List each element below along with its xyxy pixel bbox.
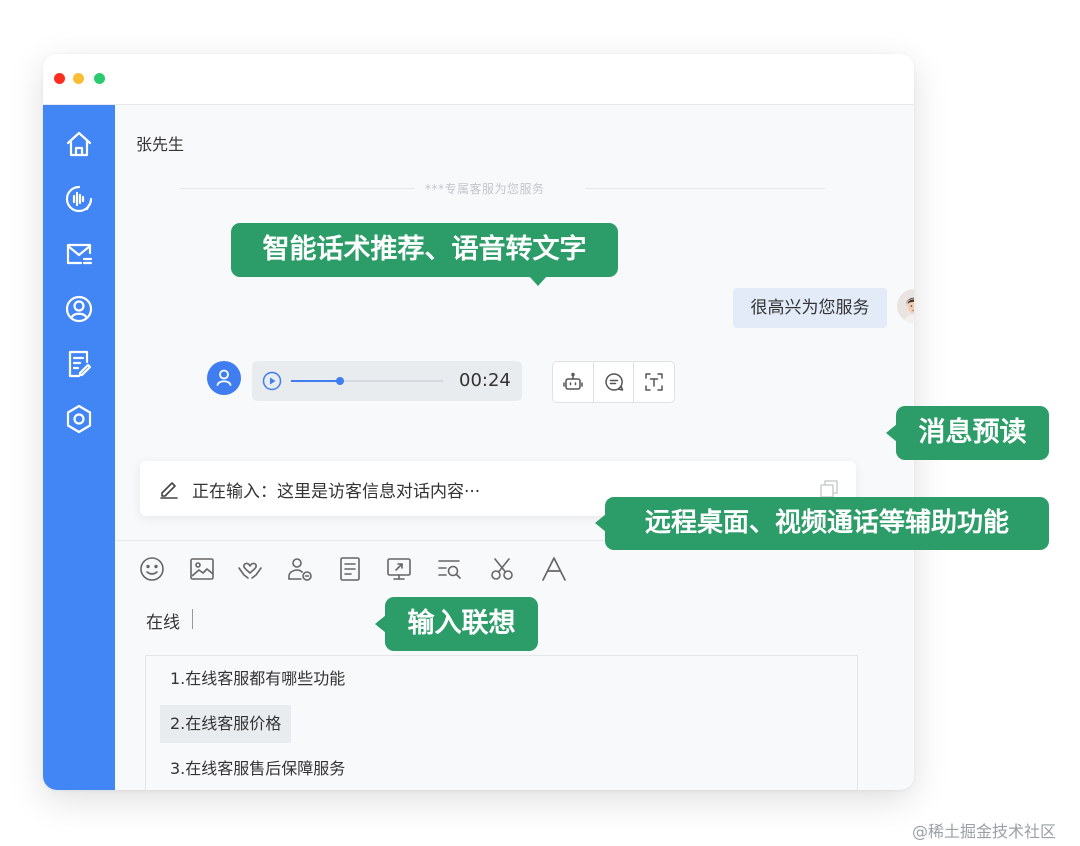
user-transfer-icon[interactable] xyxy=(285,554,315,584)
voice-message: 00:24 xyxy=(252,361,522,401)
callout-assist-features: 远程桌面、视频通话等辅助功能 xyxy=(595,497,1049,550)
voice-progress-track[interactable] xyxy=(291,377,443,385)
zoom-window-button[interactable] xyxy=(94,73,105,84)
mail-icon[interactable] xyxy=(63,238,95,270)
font-icon[interactable] xyxy=(539,554,569,584)
suggestion-item[interactable]: 1.在线客服都有哪些功能 xyxy=(160,660,355,698)
voice-call-icon[interactable] xyxy=(63,183,95,215)
emoji-icon[interactable] xyxy=(137,554,167,584)
app-window: 张先生 ***专属客服为您服务 很高兴为您服务 00:24 正在输入：这里是访客… xyxy=(43,54,914,790)
scissors-icon[interactable] xyxy=(487,554,517,584)
divider-line-left xyxy=(180,188,415,189)
minimize-window-button[interactable] xyxy=(73,73,84,84)
home-icon[interactable] xyxy=(63,128,95,160)
image-icon[interactable] xyxy=(187,554,217,584)
heart-hands-icon[interactable] xyxy=(235,554,265,584)
document-icon[interactable] xyxy=(335,554,365,584)
message-tool-group xyxy=(552,361,675,403)
service-divider-text: ***专属客服为您服务 xyxy=(425,182,545,196)
close-window-button[interactable] xyxy=(54,73,65,84)
voice-progress-fill xyxy=(291,380,340,382)
visitor-avatar xyxy=(207,361,241,395)
title-bar xyxy=(43,54,914,105)
play-icon[interactable] xyxy=(262,371,282,391)
comment-icon[interactable] xyxy=(592,362,634,402)
agent-message-bubble: 很高兴为您服务 xyxy=(733,288,887,328)
remote-desktop-icon[interactable] xyxy=(384,554,414,584)
sidebar xyxy=(43,105,115,790)
text-recognize-icon[interactable] xyxy=(633,362,674,402)
voice-duration: 00:24 xyxy=(459,370,511,391)
chat-panel: 张先生 ***专属客服为您服务 很高兴为您服务 00:24 正在输入：这里是访客… xyxy=(115,105,914,790)
callout-message-preview: 消息预读 xyxy=(886,406,1049,460)
voice-progress-knob[interactable] xyxy=(335,377,344,385)
watermark: @稀土掘金技术社区 xyxy=(912,822,1057,841)
contact-name: 张先生 xyxy=(136,135,185,154)
divider-line-right xyxy=(585,188,825,189)
suggestion-item-selected[interactable]: 2.在线客服价格 xyxy=(160,705,292,743)
message-input[interactable]: 在线 xyxy=(146,608,180,633)
text-caret xyxy=(192,609,193,629)
search-list-icon[interactable] xyxy=(435,554,465,584)
user-profile-icon[interactable] xyxy=(63,293,95,325)
suggestion-item[interactable]: 3.在线客服售后保障服务 xyxy=(160,750,355,788)
agent-avatar xyxy=(897,289,914,323)
robot-icon[interactable] xyxy=(553,362,593,402)
form-edit-icon[interactable] xyxy=(63,348,95,380)
callout-input-suggest: 输入联想 xyxy=(375,597,538,651)
compose-area: 在线 1.在线客服都有哪些功能 2.在线客服价格 3.在线客服售后保障服务 xyxy=(115,540,914,790)
pencil-icon xyxy=(158,478,180,500)
callout-smart-script: 智能话术推荐、语音转文字 xyxy=(231,223,618,286)
input-suggestion-list: 1.在线客服都有哪些功能 2.在线客服价格 3.在线客服售后保障服务 xyxy=(145,655,858,790)
typing-preview-text: 正在输入：这里是访客信息对话内容··· xyxy=(192,482,481,502)
settings-icon[interactable] xyxy=(63,403,95,435)
